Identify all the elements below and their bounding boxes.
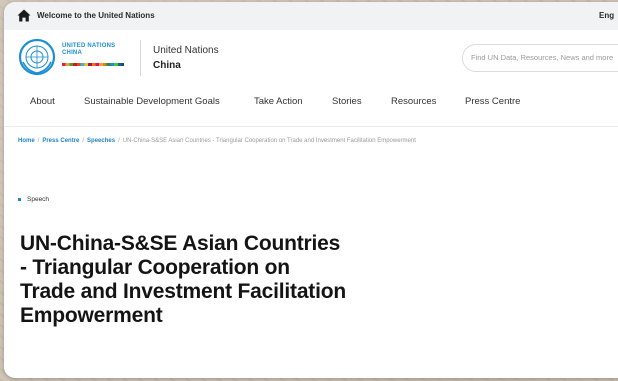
main-nav: About Sustainable Development Goals Take… bbox=[4, 88, 618, 127]
language-selector[interactable]: Eng bbox=[599, 11, 614, 20]
welcome-link[interactable]: Welcome to the United Nations bbox=[37, 11, 155, 20]
search-input[interactable] bbox=[471, 53, 618, 62]
header-divider bbox=[140, 40, 141, 76]
site-country: China bbox=[153, 60, 181, 71]
un-emblem-icon[interactable] bbox=[18, 38, 56, 76]
page-title: UN-China-S&SE Asian Countries - Triangul… bbox=[20, 232, 346, 327]
sdg-color-stripe bbox=[62, 63, 124, 66]
top-utility-bar: Welcome to the United Nations Eng bbox=[4, 2, 618, 30]
nav-resources[interactable]: Resources bbox=[391, 96, 436, 107]
browser-page: Welcome to the United Nations Eng UNITED… bbox=[4, 2, 618, 378]
nav-sdgs[interactable]: Sustainable Development Goals bbox=[84, 96, 220, 107]
home-icon[interactable] bbox=[17, 9, 31, 22]
nav-stories[interactable]: Stories bbox=[332, 96, 362, 107]
breadcrumb-speeches[interactable]: Speeches bbox=[87, 138, 115, 144]
logo-wordmark: UNITED NATIONS CHINA bbox=[62, 43, 116, 56]
site-name: United Nations bbox=[153, 45, 219, 56]
nav-about[interactable]: About bbox=[30, 96, 55, 107]
brand-header: UNITED NATIONS CHINA United Nations Chin… bbox=[4, 30, 618, 88]
breadcrumb-current: UN-China-S&SE Asian Countries - Triangul… bbox=[122, 138, 416, 144]
search-box[interactable] bbox=[462, 44, 618, 72]
tag-label: Speech bbox=[27, 196, 50, 203]
breadcrumb-press-centre[interactable]: Press Centre bbox=[42, 138, 79, 144]
nav-press-centre[interactable]: Press Centre bbox=[465, 96, 520, 107]
breadcrumb-home[interactable]: Home bbox=[18, 138, 35, 144]
content-type-tag: Speech bbox=[18, 196, 49, 203]
tag-bullet-icon bbox=[18, 197, 21, 201]
nav-divider bbox=[4, 126, 618, 127]
site-title[interactable]: United Nations China bbox=[153, 43, 219, 73]
nav-take-action[interactable]: Take Action bbox=[254, 96, 303, 107]
breadcrumb: Home / Press Centre / Speeches / UN-China-S&SE… bbox=[18, 138, 416, 144]
